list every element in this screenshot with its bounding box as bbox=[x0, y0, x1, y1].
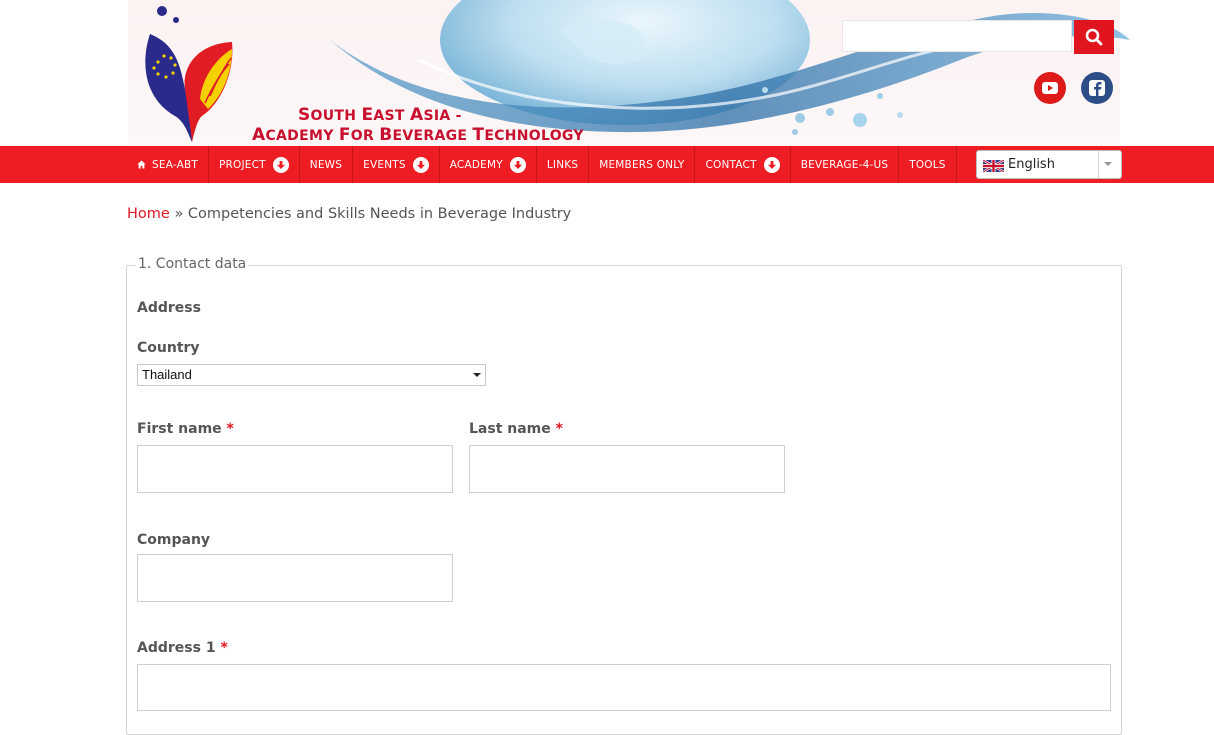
country-value: Thailand bbox=[142, 367, 192, 382]
search-icon bbox=[1085, 28, 1103, 46]
required-mark: * bbox=[226, 421, 234, 437]
arrow-down-circle-icon bbox=[412, 156, 429, 173]
last-name-field[interactable] bbox=[469, 445, 785, 493]
nav-item-beverage-4-us[interactable]: BEVERAGE-4-US bbox=[791, 146, 900, 183]
nav-item-links[interactable]: LINKS bbox=[537, 146, 590, 183]
breadcrumb-current: Competencies and Skills Needs in Beverag… bbox=[187, 206, 572, 222]
required-mark: * bbox=[555, 421, 563, 437]
nav-item-label: LINKS bbox=[546, 158, 579, 171]
chevron-down-icon bbox=[473, 373, 481, 377]
nav-item-label: SEA-ABT bbox=[152, 158, 199, 171]
country-label: Country bbox=[137, 340, 200, 356]
search-button[interactable] bbox=[1074, 20, 1114, 54]
nav-item-events[interactable]: EVENTS bbox=[353, 146, 440, 183]
breadcrumb: Home » Competencies and Skills Needs in … bbox=[127, 206, 571, 222]
fieldset-legend: 1. Contact data bbox=[136, 256, 249, 272]
breadcrumb-home-link[interactable]: Home bbox=[127, 206, 170, 222]
nav-item-label: CONTACT bbox=[705, 158, 757, 171]
first-name-label-text: First name bbox=[137, 421, 222, 437]
company-label: Company bbox=[137, 532, 211, 548]
nav-item-tools[interactable]: TOOLS bbox=[899, 146, 957, 183]
language-select[interactable]: English bbox=[976, 150, 1122, 179]
address1-field[interactable] bbox=[137, 664, 1111, 711]
nav-item-project[interactable]: PROJECT bbox=[209, 146, 300, 183]
last-name-label: Last name * bbox=[469, 421, 563, 437]
country-select[interactable]: Thailand bbox=[137, 364, 486, 386]
nav-item-label: ACADEMY bbox=[449, 158, 503, 171]
site-header: SOUTH EAST ASIA - ACADEMY FOR BEVERAGE T… bbox=[0, 0, 1214, 146]
address-heading: Address bbox=[137, 300, 201, 316]
home-icon bbox=[137, 160, 146, 169]
breadcrumb-separator: » bbox=[174, 206, 184, 222]
address1-label-text: Address 1 bbox=[137, 640, 216, 656]
nav-item-members-only[interactable]: MEMBERS ONLY bbox=[589, 146, 696, 183]
uk-flag-icon bbox=[983, 160, 1004, 172]
address1-label: Address 1 * bbox=[137, 640, 228, 656]
language-divider bbox=[1098, 151, 1099, 178]
nav-item-label: TOOLS bbox=[909, 158, 946, 171]
nav-item-news[interactable]: NEWS bbox=[300, 146, 354, 183]
arrow-down-circle-icon bbox=[763, 156, 780, 173]
arrow-down-circle-icon bbox=[509, 156, 526, 173]
sea-abt-logo bbox=[145, 6, 233, 142]
youtube-link[interactable] bbox=[1034, 72, 1066, 104]
chevron-down-icon bbox=[1104, 162, 1112, 166]
facebook-icon bbox=[1089, 80, 1105, 96]
last-name-label-text: Last name bbox=[469, 421, 551, 437]
nav-item-academy[interactable]: ACADEMY bbox=[440, 146, 537, 183]
first-name-field[interactable] bbox=[137, 445, 453, 493]
arrow-down-circle-icon bbox=[272, 156, 289, 173]
nav-item-label: EVENTS bbox=[363, 158, 406, 171]
nav-item-contact[interactable]: CONTACT bbox=[695, 146, 791, 183]
search-input[interactable] bbox=[842, 20, 1072, 52]
search-box bbox=[842, 20, 1114, 54]
facebook-link[interactable] bbox=[1081, 72, 1113, 104]
nav-item-label: PROJECT bbox=[219, 158, 266, 171]
nav-items: SEA-ABT PROJECT NEWS EVENTS ACADEMY LINKS MEMB… bbox=[127, 146, 957, 183]
nav-item-sea-abt[interactable]: SEA-ABT bbox=[127, 146, 210, 183]
nav-item-label: MEMBERS ONLY bbox=[599, 158, 685, 171]
required-mark: * bbox=[220, 640, 228, 656]
brand-line-2: ACADEMY FOR BEVERAGE TECHNOLOGY bbox=[252, 125, 584, 145]
nav-item-label: BEVERAGE-4-US bbox=[800, 158, 889, 171]
company-field[interactable] bbox=[137, 554, 453, 602]
first-name-label: First name * bbox=[137, 421, 234, 437]
language-label: English bbox=[1008, 157, 1055, 172]
youtube-icon bbox=[1042, 82, 1058, 94]
nav-item-label: NEWS bbox=[309, 158, 343, 171]
